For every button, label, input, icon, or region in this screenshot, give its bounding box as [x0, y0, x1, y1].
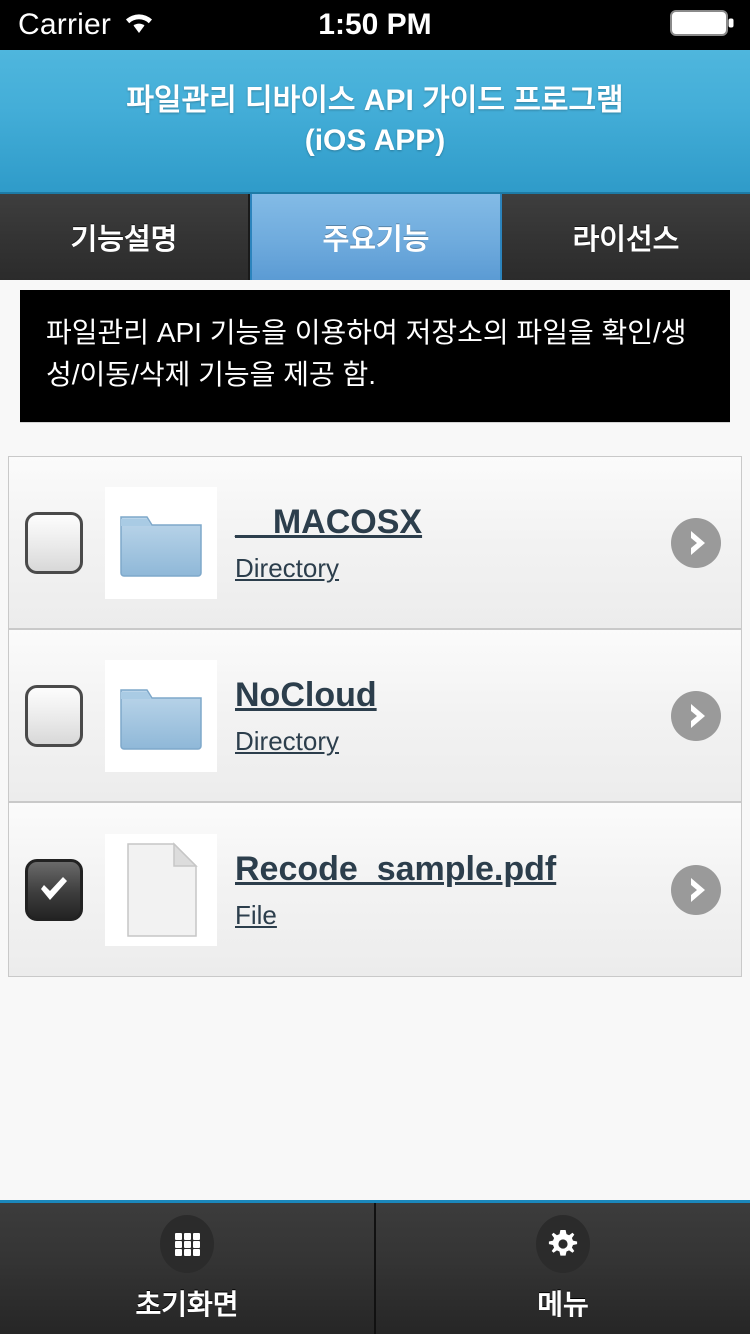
file-name[interactable]: Recode_sample.pdf: [235, 848, 669, 891]
row-checkbox[interactable]: [25, 512, 83, 574]
page-title: 파일관리 디바이스 API 가이드 프로그램 (iOS APP): [126, 81, 623, 160]
file-type: File: [235, 900, 669, 931]
folder-icon: [105, 487, 217, 599]
file-list: __MACOSX Directory: [8, 456, 742, 977]
content-area: 파일관리 API 기능을 이용하여 저장소의 파일을 확인/생성/이동/삭제 기…: [0, 280, 750, 1200]
page-title-line1: 파일관리 디바이스 API 가이드 프로그램: [126, 81, 623, 121]
file-type: Directory: [235, 553, 669, 584]
document-icon: [105, 834, 217, 946]
tab-function-description[interactable]: 기능설명: [0, 194, 250, 280]
chevron-right-icon[interactable]: [669, 689, 723, 743]
table-row[interactable]: __MACOSX Directory: [9, 457, 741, 630]
check-icon: [34, 870, 74, 910]
wifi-icon: [123, 11, 155, 40]
file-name[interactable]: __MACOSX: [235, 501, 669, 544]
chevron-right-icon[interactable]: [669, 516, 723, 570]
carrier-label: Carrier: [18, 8, 111, 42]
row-text: Recode_sample.pdf File: [227, 848, 669, 932]
row-checkbox[interactable]: [25, 685, 83, 747]
home-button-label: 초기화면: [135, 1283, 238, 1323]
status-bar-right: [670, 9, 750, 42]
grid-icon: [160, 1215, 214, 1273]
app-header: 파일관리 디바이스 API 가이드 프로그램 (iOS APP): [0, 50, 750, 192]
folder-icon: [105, 660, 217, 772]
tab-license[interactable]: 라이선스: [502, 194, 750, 280]
battery-full-icon: [670, 9, 734, 42]
row-text: NoCloud Directory: [227, 674, 669, 758]
home-button[interactable]: 초기화면: [0, 1203, 376, 1334]
tab-main-features[interactable]: 주요기능: [250, 194, 502, 280]
tab-bar: 기능설명 주요기능 라이선스: [0, 192, 750, 280]
status-bar: Carrier 1:50 PM: [0, 0, 750, 50]
bottom-toolbar: 초기화면 메뉴: [0, 1200, 750, 1334]
row-text: __MACOSX Directory: [227, 501, 669, 585]
menu-button-label: 메뉴: [537, 1283, 589, 1323]
row-checkbox[interactable]: [25, 859, 83, 921]
page-title-line2: (iOS APP): [126, 121, 623, 161]
table-row[interactable]: Recode_sample.pdf File: [9, 803, 741, 976]
gear-icon: [536, 1215, 590, 1273]
description-box: 파일관리 API 기능을 이용하여 저장소의 파일을 확인/생성/이동/삭제 기…: [20, 290, 730, 422]
table-row[interactable]: NoCloud Directory: [9, 630, 741, 803]
app-root: Carrier 1:50 PM 파일관리 디바이스 API 가이드 프로그램 (…: [0, 0, 750, 1334]
file-name[interactable]: NoCloud: [235, 674, 669, 717]
file-type: Directory: [235, 726, 669, 757]
menu-button[interactable]: 메뉴: [376, 1203, 750, 1334]
chevron-right-icon[interactable]: [669, 863, 723, 917]
status-bar-left: Carrier: [0, 8, 155, 42]
